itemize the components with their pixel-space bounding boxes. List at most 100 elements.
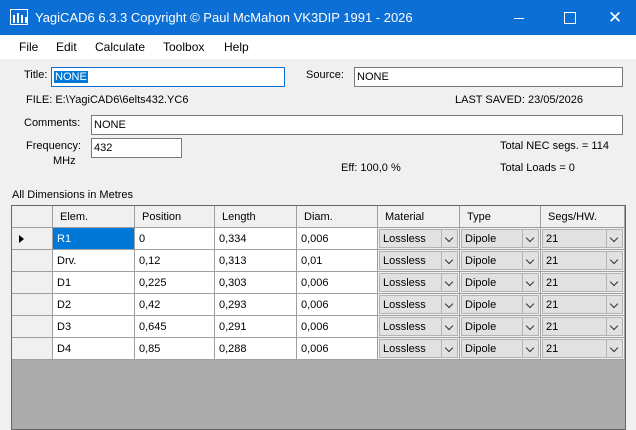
title-input[interactable]: NONE <box>51 67 285 87</box>
length-cell[interactable]: 0,291 <box>215 316 297 338</box>
menu-help[interactable]: Help <box>224 40 249 54</box>
chevron-down-icon[interactable] <box>606 340 622 357</box>
header-length[interactable]: Length <box>215 206 297 228</box>
menu-toolbox[interactable]: Toolbox <box>163 40 204 54</box>
segs-dropdown[interactable]: 21 <box>541 228 625 250</box>
comments-input[interactable]: NONE <box>91 115 623 135</box>
position-cell[interactable]: 0,42 <box>135 294 215 316</box>
minimize-icon[interactable] <box>496 0 542 35</box>
material-dropdown[interactable]: Lossless <box>378 338 460 360</box>
row-header[interactable] <box>12 250 53 272</box>
chevron-down-icon[interactable] <box>441 252 457 269</box>
header-position[interactable]: Position <box>135 206 215 228</box>
segs-dropdown[interactable]: 21 <box>541 250 625 272</box>
header-type[interactable]: Type <box>460 206 541 228</box>
elem-cell[interactable]: R1 <box>53 228 135 250</box>
chevron-down-icon[interactable] <box>606 230 622 247</box>
chevron-down-icon[interactable] <box>441 318 457 335</box>
table-row[interactable]: R1 0 0,334 0,006 Lossless Dipole 21 <box>12 228 625 250</box>
chevron-down-icon[interactable] <box>522 296 538 313</box>
position-cell[interactable]: 0,645 <box>135 316 215 338</box>
type-dropdown[interactable]: Dipole <box>460 250 541 272</box>
header-elem[interactable]: Elem. <box>53 206 135 228</box>
chevron-down-icon[interactable] <box>441 340 457 357</box>
segs-dropdown-box[interactable]: 21 <box>542 251 623 270</box>
type-dropdown[interactable]: Dipole <box>460 338 541 360</box>
diam-cell[interactable]: 0,01 <box>297 250 378 272</box>
chevron-down-icon[interactable] <box>606 274 622 291</box>
material-dropdown[interactable]: Lossless <box>378 250 460 272</box>
chevron-down-icon[interactable] <box>441 230 457 247</box>
length-cell[interactable]: 0,303 <box>215 272 297 294</box>
position-cell[interactable]: 0 <box>135 228 215 250</box>
type-dropdown[interactable]: Dipole <box>460 316 541 338</box>
material-dropdown-box[interactable]: Lossless <box>379 295 458 314</box>
elem-cell[interactable]: D1 <box>53 272 135 294</box>
position-cell[interactable]: 0,225 <box>135 272 215 294</box>
position-cell[interactable]: 0,12 <box>135 250 215 272</box>
length-cell[interactable]: 0,334 <box>215 228 297 250</box>
chevron-down-icon[interactable] <box>522 230 538 247</box>
table-row[interactable]: D4 0,85 0,288 0,006 Lossless Dipole 21 <box>12 338 625 360</box>
material-dropdown[interactable]: Lossless <box>378 316 460 338</box>
row-header[interactable] <box>12 294 53 316</box>
material-dropdown-box[interactable]: Lossless <box>379 273 458 292</box>
diam-cell[interactable]: 0,006 <box>297 294 378 316</box>
material-dropdown[interactable]: Lossless <box>378 294 460 316</box>
type-dropdown[interactable]: Dipole <box>460 272 541 294</box>
title-bar[interactable]: YagiCAD6 6.3.3 Copyright © Paul McMahon … <box>0 0 636 35</box>
material-dropdown-box[interactable]: Lossless <box>379 317 458 336</box>
frequency-input[interactable]: 432 <box>91 138 182 158</box>
elem-cell[interactable]: D3 <box>53 316 135 338</box>
segs-dropdown[interactable]: 21 <box>541 272 625 294</box>
close-icon[interactable]: ✕ <box>592 0 636 35</box>
segs-dropdown-box[interactable]: 21 <box>542 317 623 336</box>
diam-cell[interactable]: 0,006 <box>297 272 378 294</box>
chevron-down-icon[interactable] <box>522 340 538 357</box>
length-cell[interactable]: 0,293 <box>215 294 297 316</box>
segs-dropdown-box[interactable]: 21 <box>542 273 623 292</box>
header-segs[interactable]: Segs/HW. <box>541 206 625 228</box>
header-diam[interactable]: Diam. <box>297 206 378 228</box>
chevron-down-icon[interactable] <box>606 318 622 335</box>
material-dropdown-box[interactable]: Lossless <box>379 229 458 248</box>
material-dropdown[interactable]: Lossless <box>378 228 460 250</box>
source-input[interactable]: NONE <box>354 67 623 87</box>
chevron-down-icon[interactable] <box>522 274 538 291</box>
segs-dropdown[interactable]: 21 <box>541 338 625 360</box>
elements-grid[interactable]: Elem. Position Length Diam. Material Type Segs… <box>11 205 626 430</box>
type-dropdown-box[interactable]: Dipole <box>461 317 539 336</box>
chevron-down-icon[interactable] <box>441 274 457 291</box>
menu-edit[interactable]: Edit <box>56 40 77 54</box>
chevron-down-icon[interactable] <box>522 252 538 269</box>
elem-cell[interactable]: D4 <box>53 338 135 360</box>
row-header[interactable] <box>12 228 53 250</box>
type-dropdown-box[interactable]: Dipole <box>461 273 539 292</box>
diam-cell[interactable]: 0,006 <box>297 338 378 360</box>
chevron-down-icon[interactable] <box>606 252 622 269</box>
table-row[interactable]: D3 0,645 0,291 0,006 Lossless Dipole 21 <box>12 316 625 338</box>
position-cell[interactable]: 0,85 <box>135 338 215 360</box>
type-dropdown-box[interactable]: Dipole <box>461 229 539 248</box>
material-dropdown-box[interactable]: Lossless <box>379 251 458 270</box>
menu-file[interactable]: File <box>19 40 38 54</box>
type-dropdown-box[interactable]: Dipole <box>461 251 539 270</box>
table-row[interactable]: Drv. 0,12 0,313 0,01 Lossless Dipole 21 <box>12 250 625 272</box>
length-cell[interactable]: 0,313 <box>215 250 297 272</box>
row-header[interactable] <box>12 338 53 360</box>
segs-dropdown-box[interactable]: 21 <box>542 229 623 248</box>
table-row[interactable]: D1 0,225 0,303 0,006 Lossless Dipole 21 <box>12 272 625 294</box>
type-dropdown-box[interactable]: Dipole <box>461 339 539 358</box>
chevron-down-icon[interactable] <box>606 296 622 313</box>
header-material[interactable]: Material <box>378 206 460 228</box>
type-dropdown[interactable]: Dipole <box>460 294 541 316</box>
table-row[interactable]: D2 0,42 0,293 0,006 Lossless Dipole 21 <box>12 294 625 316</box>
segs-dropdown[interactable]: 21 <box>541 294 625 316</box>
menu-calculate[interactable]: Calculate <box>95 40 145 54</box>
segs-dropdown[interactable]: 21 <box>541 316 625 338</box>
type-dropdown-box[interactable]: Dipole <box>461 295 539 314</box>
material-dropdown-box[interactable]: Lossless <box>379 339 458 358</box>
diam-cell[interactable]: 0,006 <box>297 316 378 338</box>
material-dropdown[interactable]: Lossless <box>378 272 460 294</box>
elem-cell[interactable]: D2 <box>53 294 135 316</box>
